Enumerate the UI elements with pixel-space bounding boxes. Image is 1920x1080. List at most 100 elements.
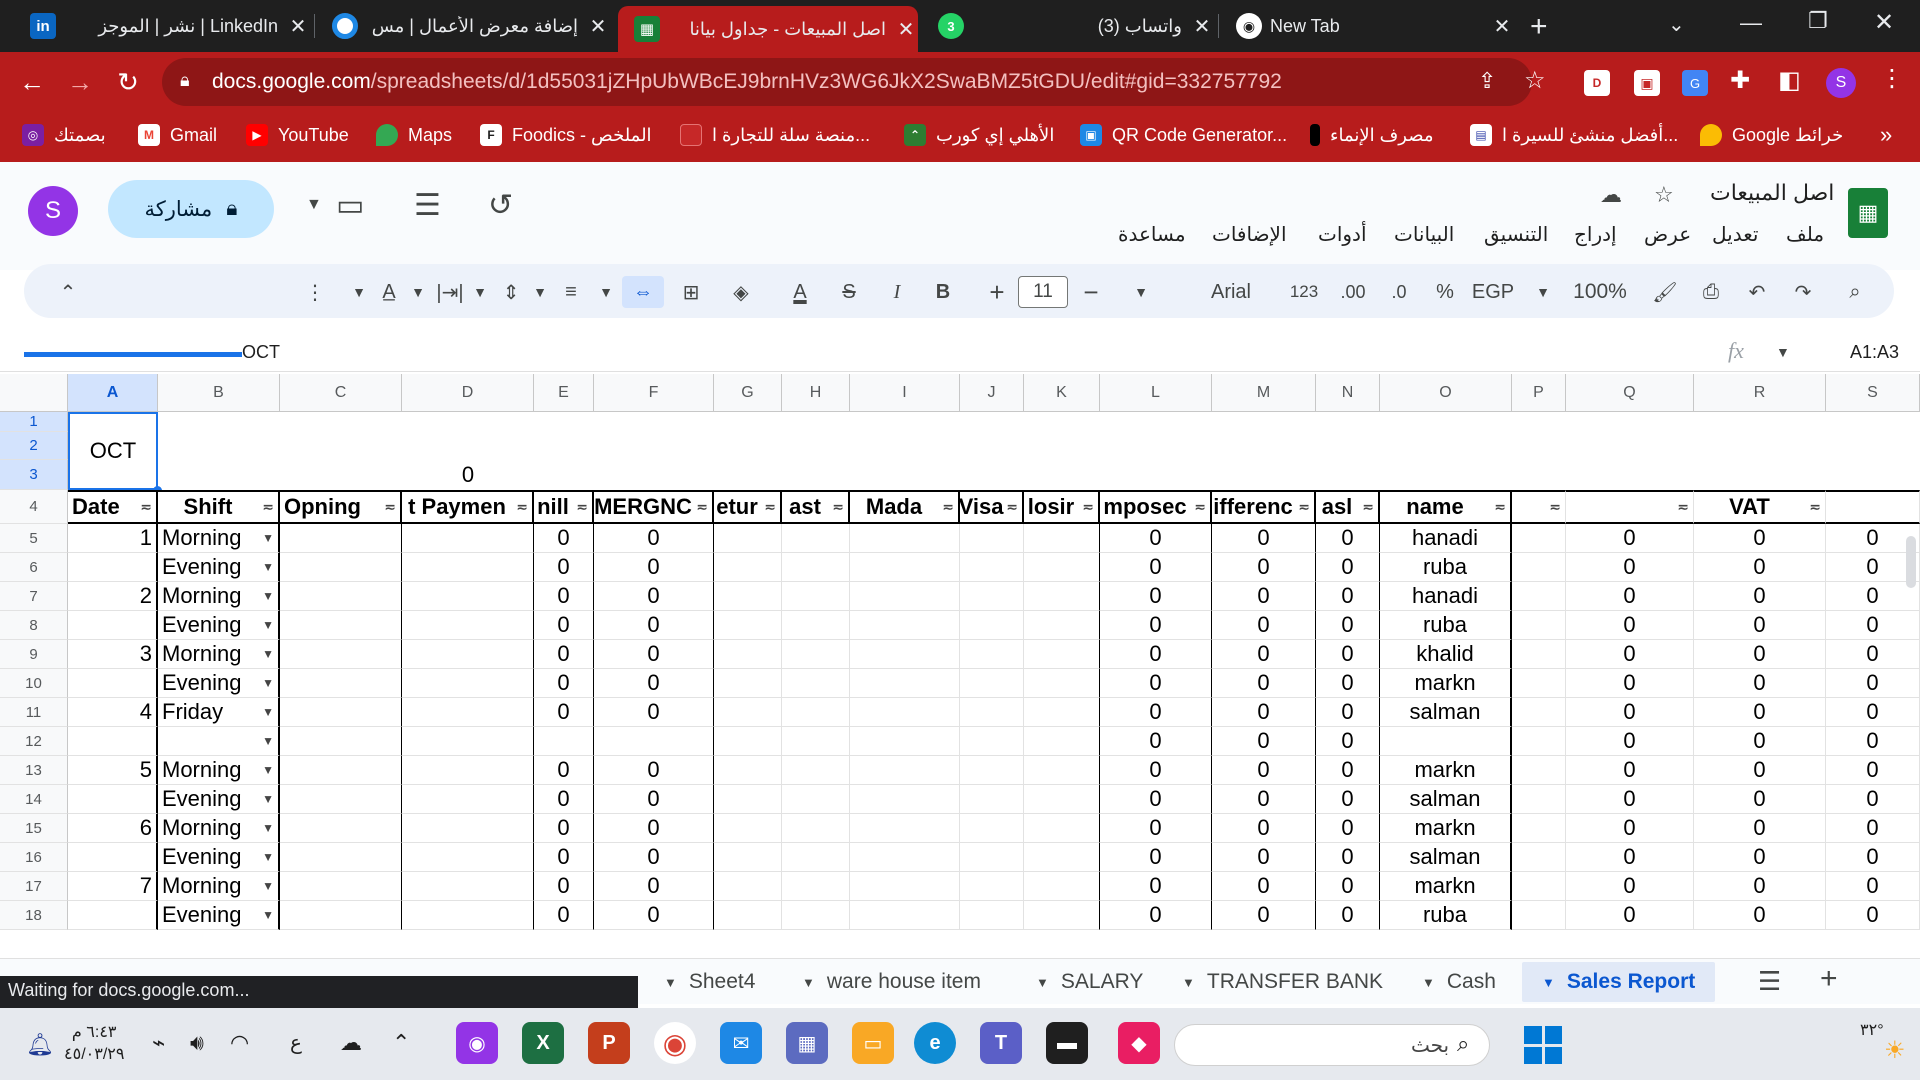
- star-icon[interactable]: ☆: [1654, 182, 1674, 208]
- sheet-tab-sheet4[interactable]: ▼ Sheet4: [664, 962, 755, 1002]
- column-header-j[interactable]: J: [960, 374, 1024, 412]
- column-header-s[interactable]: S: [1826, 374, 1920, 412]
- filter-icon[interactable]: ≂: [262, 499, 274, 516]
- filter-icon[interactable]: ≂: [832, 499, 844, 516]
- sheet-tab-warehouse[interactable]: ▼ ware house item: [802, 962, 981, 1002]
- cell-d15[interactable]: [402, 814, 534, 843]
- cell-s10[interactable]: 0: [1826, 669, 1920, 698]
- filter-icon[interactable]: ≂: [1082, 499, 1094, 516]
- header-cell-n[interactable]: asl ≂: [1316, 490, 1380, 524]
- cell-a18[interactable]: [68, 901, 158, 930]
- cell-c16[interactable]: [280, 843, 402, 872]
- paint-format-icon[interactable]: 🖌︎: [1648, 276, 1682, 308]
- cell-b9[interactable]: Morning ▼: [158, 640, 280, 669]
- cell-e9[interactable]: 0: [534, 640, 594, 669]
- onedrive-icon[interactable]: ☁: [340, 1030, 362, 1056]
- cell-d8[interactable]: [402, 611, 534, 640]
- formula-input[interactable]: OCT: [242, 342, 280, 363]
- header-cell-r[interactable]: VAT ≂: [1694, 490, 1826, 524]
- side-panel-icon[interactable]: ◧: [1778, 66, 1801, 95]
- edge-app-icon[interactable]: e: [914, 1022, 956, 1064]
- filter-icon[interactable]: ≂: [1194, 499, 1206, 516]
- decrease-decimal-icon[interactable]: .0: [1382, 276, 1416, 308]
- cell-k9[interactable]: [1024, 640, 1100, 669]
- cell-h7[interactable]: [782, 582, 850, 611]
- show-hidden-icons-icon[interactable]: ⌃: [392, 1030, 410, 1056]
- bookmark-item[interactable]: ◎ بصمتك: [22, 118, 106, 152]
- header-cell-q[interactable]: ≂: [1566, 490, 1694, 524]
- cell-j5[interactable]: [960, 524, 1024, 553]
- cell-l10[interactable]: 0: [1100, 669, 1212, 698]
- cell-o8[interactable]: ruba: [1380, 611, 1512, 640]
- cell-k6[interactable]: [1024, 553, 1100, 582]
- cell-h5[interactable]: [782, 524, 850, 553]
- tab-linkedin[interactable]: in نشر | الموجز | LinkedIn ✕: [10, 8, 310, 44]
- tab-search-icon[interactable]: ⌄: [1668, 12, 1685, 37]
- row-header-13[interactable]: 13: [0, 756, 68, 785]
- name-box-dropdown-icon[interactable]: ▼: [1776, 344, 1790, 360]
- sheet-tab-cash[interactable]: ▼ Cash: [1422, 962, 1496, 1002]
- cell-b12[interactable]: ▼: [158, 727, 280, 756]
- cell-d18[interactable]: [402, 901, 534, 930]
- column-header-i[interactable]: I: [850, 374, 960, 412]
- restore-icon[interactable]: ❐: [1808, 8, 1828, 34]
- weather-temp[interactable]: ٣٢°: [1860, 1020, 1884, 1040]
- address-bar[interactable]: 🔒︎ docs.google.com/spreadsheets/d/1d5503…: [162, 58, 1546, 106]
- column-header-h[interactable]: H: [782, 374, 850, 412]
- cell-d16[interactable]: [402, 843, 534, 872]
- cell-q8[interactable]: 0: [1566, 611, 1694, 640]
- row-header-4[interactable]: 4: [0, 490, 68, 524]
- cell-n11[interactable]: 0: [1316, 698, 1380, 727]
- cell-f12[interactable]: [594, 727, 714, 756]
- cell-f8[interactable]: 0: [594, 611, 714, 640]
- filter-icon[interactable]: ≂: [1494, 499, 1506, 516]
- header-cell-b[interactable]: Shift ≂: [158, 490, 280, 524]
- cell-i15[interactable]: [850, 814, 960, 843]
- cell-s16[interactable]: 0: [1826, 843, 1920, 872]
- translate-icon[interactable]: G: [1682, 70, 1708, 96]
- all-sheets-icon[interactable]: ☰: [1758, 966, 1781, 997]
- cell-n13[interactable]: 0: [1316, 756, 1380, 785]
- powerpoint-app-icon[interactable]: P: [588, 1022, 630, 1064]
- row-header-15[interactable]: 15: [0, 814, 68, 843]
- cell-h13[interactable]: [782, 756, 850, 785]
- row-header-5[interactable]: 5: [0, 524, 68, 553]
- cell-i11[interactable]: [850, 698, 960, 727]
- cell-b15[interactable]: Morning ▼: [158, 814, 280, 843]
- cell-p15[interactable]: [1512, 814, 1566, 843]
- cell-f18[interactable]: 0: [594, 901, 714, 930]
- cell-s12[interactable]: 0: [1826, 727, 1920, 756]
- cell-c11[interactable]: [280, 698, 402, 727]
- cell-l12[interactable]: 0: [1100, 727, 1212, 756]
- cell-s18[interactable]: 0: [1826, 901, 1920, 930]
- header-cell-h[interactable]: ast ≂: [782, 490, 850, 524]
- cell-m11[interactable]: 0: [1212, 698, 1316, 727]
- undo-icon[interactable]: ↶: [1740, 276, 1774, 308]
- cell-h10[interactable]: [782, 669, 850, 698]
- row-header-1[interactable]: 1: [0, 412, 68, 432]
- cell-a13[interactable]: 5: [68, 756, 158, 785]
- menu-insert[interactable]: إدراج: [1574, 222, 1617, 247]
- cell-a5[interactable]: 1: [68, 524, 158, 553]
- column-header-f[interactable]: F: [594, 374, 714, 412]
- cell-a6[interactable]: [68, 553, 158, 582]
- cell-i18[interactable]: [850, 901, 960, 930]
- cell-e8[interactable]: 0: [534, 611, 594, 640]
- cell-n7[interactable]: 0: [1316, 582, 1380, 611]
- column-header-a[interactable]: A: [68, 374, 158, 412]
- fill-color-icon[interactable]: ◈: [724, 276, 758, 308]
- row-header-17[interactable]: 17: [0, 872, 68, 901]
- cell-k13[interactable]: [1024, 756, 1100, 785]
- chevron-down-icon[interactable]: ▼: [262, 705, 274, 719]
- cell-j7[interactable]: [960, 582, 1024, 611]
- header-cell-a[interactable]: Date ≂: [68, 490, 158, 524]
- search-menus-icon[interactable]: ⌕: [1838, 276, 1872, 308]
- cell-p8[interactable]: [1512, 611, 1566, 640]
- bookmark-item[interactable]: M Gmail: [138, 118, 217, 152]
- tab-sheets[interactable]: ▦ اصل المبيعات - جداول بيانا ✕: [618, 6, 918, 52]
- font-family-select[interactable]: Arial: [1196, 276, 1266, 308]
- cell-a11[interactable]: 4: [68, 698, 158, 727]
- cell-c18[interactable]: [280, 901, 402, 930]
- row-header-2[interactable]: 2: [0, 432, 68, 460]
- cell-k15[interactable]: [1024, 814, 1100, 843]
